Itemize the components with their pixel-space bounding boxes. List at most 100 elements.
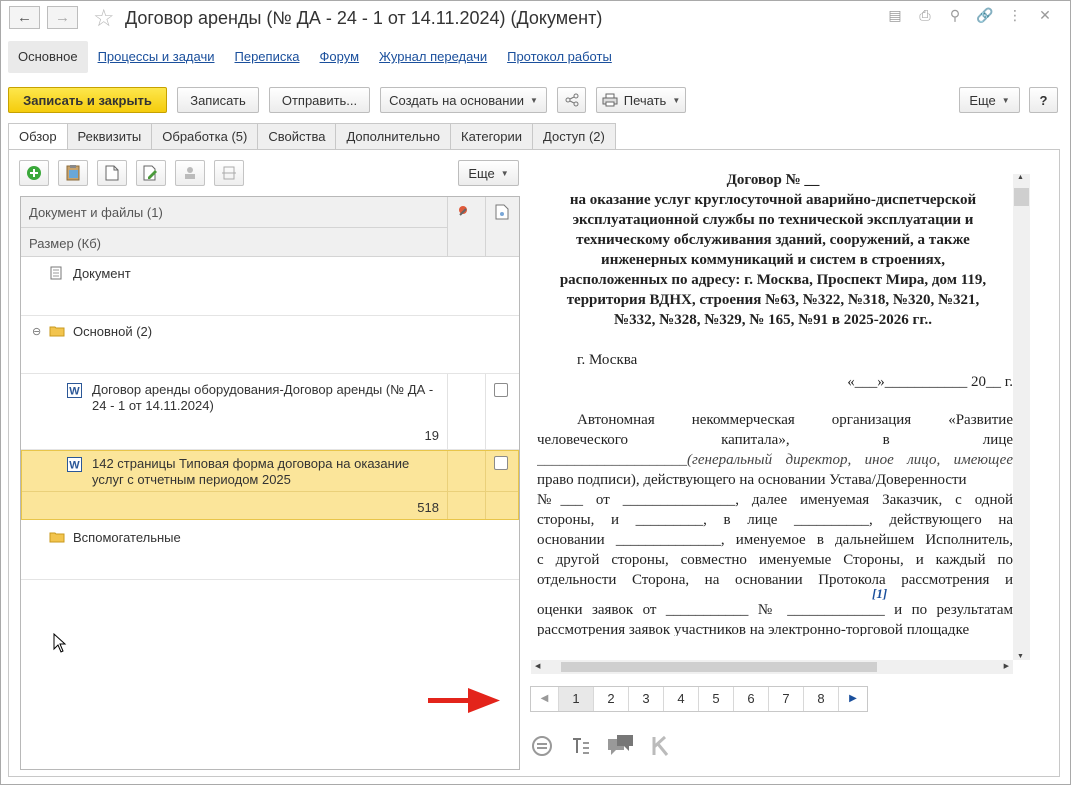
page-button[interactable]: 4 bbox=[664, 687, 699, 711]
more-button[interactable]: Еще ▼ bbox=[959, 87, 1020, 113]
contract-body-line: право подписи), действующего на основани… bbox=[537, 472, 967, 488]
contract-heading-line: инженерных коммуникаций и систем в строе… bbox=[601, 252, 945, 268]
tab-properties[interactable]: Свойства bbox=[257, 123, 337, 150]
k-letter-icon[interactable] bbox=[651, 735, 669, 757]
list-item[interactable]: ⊖ Основной (2) bbox=[21, 316, 519, 374]
column-divider bbox=[447, 374, 448, 450]
files-more-label: Еще bbox=[468, 165, 495, 181]
new-file-button[interactable] bbox=[97, 160, 127, 186]
contract-heading-line: №332, №328, №329, № 165, №91 в 2025-2026… bbox=[614, 312, 932, 328]
send-button[interactable]: Отправить... bbox=[269, 87, 370, 113]
command-bar: Записать и закрыть Записать Отправить...… bbox=[8, 87, 1060, 113]
scroll-thumb[interactable] bbox=[561, 662, 877, 672]
files-table: Документ и файлы (1) Размер (Кб) Докумен… bbox=[20, 196, 520, 770]
page-button[interactable]: 3 bbox=[629, 687, 664, 711]
save-and-close-button[interactable]: Записать и закрыть bbox=[8, 87, 167, 113]
forward-button[interactable]: → bbox=[47, 6, 78, 29]
contract-body-line: Автономная некоммерческая организация «Р… bbox=[577, 412, 1013, 428]
page-button[interactable]: 8 bbox=[804, 687, 839, 711]
scan-button[interactable] bbox=[214, 160, 244, 186]
create-based-on-button[interactable]: Создать на основании ▼ bbox=[380, 87, 547, 113]
column-size[interactable]: Размер (Кб) bbox=[29, 236, 101, 251]
help-button[interactable]: ? bbox=[1029, 87, 1058, 113]
save-button[interactable]: Записать bbox=[177, 87, 259, 113]
word-file-icon: W bbox=[67, 457, 82, 472]
contract-body-line: стороны, и _________, в лице __________,… bbox=[537, 512, 1013, 528]
share-icon bbox=[565, 93, 578, 107]
contract-body-line: отдельности Сторона, на основании Проток… bbox=[537, 572, 1013, 588]
paste-scan-button[interactable] bbox=[58, 160, 88, 186]
contract-heading-line: на оказание услуг круглосуточной аварийн… bbox=[569, 192, 977, 208]
contract-title: Договор № __ bbox=[726, 172, 820, 188]
list-item-label: Вспомогательные bbox=[73, 530, 181, 545]
column-document-files[interactable]: Документ и файлы (1) bbox=[29, 205, 163, 220]
file-checkbox[interactable] bbox=[494, 456, 508, 470]
scroll-right-icon[interactable]: ▶ bbox=[1004, 662, 1009, 670]
table-row[interactable]: W Договор аренды оборудования-Договор ар… bbox=[21, 374, 519, 450]
print-icon[interactable]: ⎙ bbox=[910, 8, 940, 24]
tab-details[interactable]: Реквизиты bbox=[66, 123, 153, 150]
section-tab-main[interactable]: Основное bbox=[8, 41, 88, 73]
comments-list-icon[interactable] bbox=[531, 735, 553, 757]
page-button[interactable]: 7 bbox=[769, 687, 804, 711]
more-label: Еще bbox=[969, 92, 996, 108]
column-divider bbox=[447, 197, 448, 257]
contract-heading-line: территория ВДНХ, строения №63, №322, №31… bbox=[566, 292, 980, 308]
favorite-star-icon[interactable]: ☆ bbox=[93, 4, 115, 32]
contract-heading-line: расположенных по адресу: г. Москва, Прос… bbox=[559, 272, 987, 288]
document-horizontal-scrollbar[interactable]: ◀ ▶ bbox=[531, 660, 1013, 674]
close-icon[interactable]: ✕ bbox=[1030, 8, 1060, 24]
add-button[interactable] bbox=[19, 160, 49, 186]
preview-icon[interactable]: ⚲ bbox=[940, 8, 970, 24]
column-divider bbox=[485, 197, 486, 257]
section-tab-forum[interactable]: Форум bbox=[310, 41, 370, 73]
list-item[interactable]: Документ bbox=[21, 258, 519, 316]
edit-file-button[interactable] bbox=[136, 160, 166, 186]
file-name-line1: Договор аренды оборудования-Договор арен… bbox=[92, 382, 434, 397]
scroll-down-icon[interactable]: ▼ bbox=[1017, 653, 1024, 660]
tab-access[interactable]: Доступ (2) bbox=[532, 123, 616, 150]
page-button[interactable]: 1 bbox=[559, 687, 594, 711]
share-button[interactable] bbox=[557, 87, 586, 113]
print-button[interactable]: Печать ▼ bbox=[596, 87, 686, 113]
scroll-up-icon[interactable]: ▲ bbox=[1017, 174, 1024, 181]
printer-icon bbox=[602, 93, 618, 107]
files-more-button[interactable]: Еще ▼ bbox=[458, 160, 519, 186]
scroll-left-icon[interactable]: ◀ bbox=[535, 662, 540, 670]
back-button[interactable]: ← bbox=[9, 6, 40, 29]
contract-body-line: с другой стороны, совместно именуемые Ст… bbox=[537, 552, 1013, 568]
sign-button[interactable] bbox=[175, 160, 205, 186]
tab-processing[interactable]: Обработка (5) bbox=[151, 123, 259, 150]
tab-overview[interactable]: Обзор bbox=[8, 123, 68, 150]
tab-additional[interactable]: Дополнительно bbox=[335, 123, 452, 150]
tab-categories[interactable]: Категории bbox=[450, 123, 534, 150]
save-icon[interactable]: ▤ bbox=[880, 8, 910, 24]
file-name-line2: 24 - 1 от 14.11.2024) bbox=[92, 398, 214, 413]
scroll-thumb[interactable] bbox=[1014, 188, 1029, 206]
file-checkbox[interactable] bbox=[494, 383, 508, 397]
file-name-line2: услуг с отчетным периодом 2025 bbox=[92, 472, 291, 487]
list-item[interactable]: Вспомогательные bbox=[21, 520, 519, 580]
page-button[interactable]: 6 bbox=[734, 687, 769, 711]
create-based-on-label: Создать на основании bbox=[389, 92, 524, 108]
menu-dots-icon[interactable]: ⋮ bbox=[1000, 8, 1030, 24]
page-button[interactable]: 2 bbox=[594, 687, 629, 711]
section-tab-transfer-log[interactable]: Журнал передачи bbox=[369, 41, 497, 73]
mouse-cursor-icon bbox=[53, 633, 67, 653]
prev-page-button[interactable]: ◀ bbox=[531, 687, 559, 711]
column-divider bbox=[447, 451, 448, 519]
section-tab-processes[interactable]: Процессы и задачи bbox=[88, 41, 225, 73]
section-tab-work-log[interactable]: Протокол работы bbox=[497, 41, 622, 73]
table-row-selected[interactable]: W 142 страницы Типовая форма договора на… bbox=[21, 450, 519, 520]
link-icon[interactable]: 🔗 bbox=[970, 8, 1000, 24]
document-vertical-scrollbar[interactable]: ▲ ▼ bbox=[1013, 174, 1030, 660]
pin-edit-icon[interactable] bbox=[456, 204, 472, 220]
section-tab-correspondence[interactable]: Переписка bbox=[225, 41, 310, 73]
next-page-button[interactable]: ▶ bbox=[839, 687, 867, 711]
file-column-icon[interactable] bbox=[495, 204, 509, 220]
window-title: Договор аренды (№ ДА - 24 - 1 от 14.11.2… bbox=[125, 8, 603, 28]
discussion-icon[interactable] bbox=[607, 734, 635, 758]
structure-icon[interactable] bbox=[569, 735, 591, 757]
page-button[interactable]: 5 bbox=[699, 687, 734, 711]
collapse-icon[interactable]: ⊖ bbox=[32, 324, 41, 340]
